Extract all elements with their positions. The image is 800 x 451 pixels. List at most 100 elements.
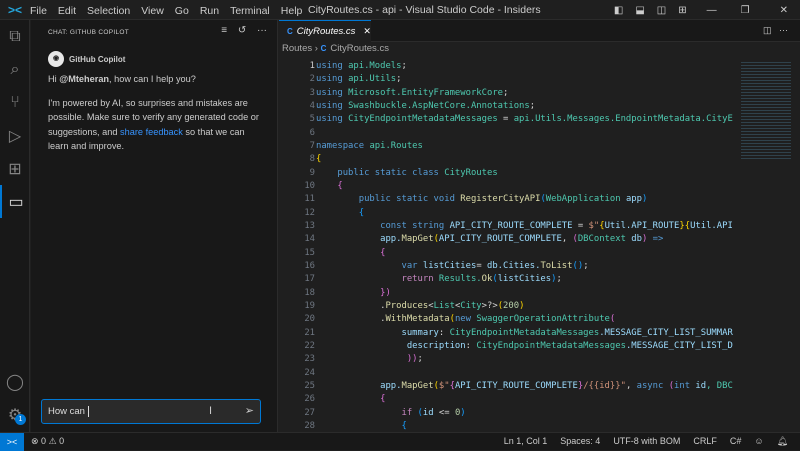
menu-view[interactable]: View [141,5,164,17]
close-tab-icon[interactable]: ✕ [363,26,371,37]
extensions-icon[interactable]: ⊞ [0,152,30,185]
menu-file[interactable]: File [30,5,47,17]
code-area[interactable]: 1 using api.Models; 2 using api.Utils; 3 usin… [279,60,744,432]
code-line[interactable]: 23 )); [279,353,744,366]
menu-edit[interactable]: Edit [58,5,76,17]
code-line[interactable]: 19 .Produces<List<City>?>(200) [279,300,744,313]
activity-bar: ⧉ ⌕ ⑂ ▷ ⊞ ▭ ◯ ⚙ [0,20,30,432]
code-line[interactable]: 7 namespace api.Routes [279,140,744,153]
explorer-icon[interactable]: ⧉ [0,20,30,53]
share-feedback-link[interactable]: share feedback [120,127,183,137]
code-token: List [433,300,455,311]
code-line[interactable]: 10 { [279,180,744,193]
search-icon[interactable]: ⌕ [0,53,30,86]
code-line[interactable]: 28 { [279,420,744,432]
code-token: => [647,234,664,245]
code-token: { [316,180,343,191]
code-token: app. [316,234,402,245]
code-line[interactable]: 21 summary: CityEndpointMetadataMessages… [279,327,744,340]
code-line[interactable]: 5 using CityEndpointMetadataMessages = ap… [279,113,744,126]
menu-run[interactable]: Run [200,5,219,17]
cursor-position[interactable]: Ln 1, Col 1 [504,436,548,447]
code-line[interactable]: 22 description: CityEndpointMetadataMess… [279,340,744,353]
code-token: RegisterCityAPI [460,194,541,205]
code-line[interactable]: 12 { [279,207,744,220]
split-editor-icon[interactable]: ◫ [763,25,772,35]
line-number: 17 [304,274,315,285]
code-line[interactable]: 1 using api.Models; [279,60,744,73]
code-line[interactable]: 15 { [279,247,744,260]
menu-help[interactable]: Help [281,5,303,17]
source-control-icon[interactable]: ⑂ [0,86,30,119]
code-line[interactable]: 27 if (id <= 0) [279,407,744,420]
history-icon[interactable]: ↺ [238,25,246,36]
code-line[interactable]: 6 [279,127,744,140]
code-token: using [316,100,349,111]
code-token: { [316,247,386,258]
code-token: .MESSAGE_CITY_LIST_D [625,340,733,351]
code-line[interactable]: 18 }) [279,287,744,300]
code-line[interactable]: 24 [279,367,744,380]
code-line[interactable]: 8{ [279,153,744,166]
code-token: { [316,420,407,431]
clear-chat-icon[interactable]: ≡ [221,25,227,36]
code-text: { [316,420,407,432]
code-line[interactable]: 14 app.MapGet(API_CITY_ROUTE_COMPLETE, (… [279,233,744,246]
editor: C CityRoutes.cs ✕ ◫ ··· Routes › C CityRout… [279,20,800,432]
toggle-primary-sidebar-icon[interactable]: ◧ [614,5,623,16]
language-mode[interactable]: C# [730,436,742,447]
breadcrumb-file[interactable]: CityRoutes.cs [330,43,389,54]
toggle-panel-icon[interactable]: ⬓ [635,5,644,16]
customize-layout-icon[interactable]: ⊞ [678,5,686,16]
code-line[interactable]: 9 public static class CityRoutes [279,167,744,180]
code-line[interactable]: 20 .WithMetadata (new SwaggerOperationAtt… [279,313,744,326]
accounts-icon[interactable]: ◯ [0,365,30,398]
code-line[interactable]: 11 public static void RegisterCityAPI(We… [279,193,744,206]
menu-go[interactable]: Go [175,5,189,17]
chat-icon[interactable]: ▭ [0,185,30,218]
restore-button[interactable]: ❐ [741,5,750,16]
send-icon[interactable]: ➢ [245,404,254,417]
code-line[interactable]: 25 app.MapGet($"{API_CITY_ROUTE_COMPLETE… [279,380,744,393]
code-line[interactable]: 17 return Results.Ok(listCities); [279,273,744,286]
remote-icon[interactable]: >< [0,432,24,451]
indentation[interactable]: Spaces: 4 [560,436,600,447]
line-number: 2 [309,74,315,85]
tab-cityroutes[interactable]: C CityRoutes.cs ✕ [279,20,371,42]
code-token: ; [556,274,562,285]
code-line[interactable]: 13 const string API_CITY_ROUTE_COMPLETE … [279,220,744,233]
settings-badge: 1 [15,414,26,425]
code-token: DBContext [577,234,632,245]
more-actions-icon[interactable]: ··· [257,25,267,36]
code-line[interactable]: 16 var listCities= db.Cities.ToList(); [279,260,744,273]
chat-input[interactable]: How can I ➢ [41,399,261,424]
editor-more-icon[interactable]: ··· [779,25,788,35]
breadcrumb-folder[interactable]: Routes [282,43,312,54]
code-token: const string [316,220,450,231]
close-window-button[interactable]: ✕ [780,5,788,16]
notifications-icon[interactable]: 🔔︎ [777,436,788,447]
minimize-button[interactable]: — [707,5,717,16]
line-number: 22 [304,340,315,351]
encoding[interactable]: UTF-8 with BOM [613,436,680,447]
code-token: Swashbuckle.AspNetCore.Annotations [348,100,530,111]
menu-selection[interactable]: Selection [87,5,130,17]
run-debug-icon[interactable]: ▷ [0,119,30,152]
code-token: . [316,300,386,311]
code-line[interactable]: 26 { [279,393,744,406]
problems-indicator[interactable]: ⊗ 0 ⚠ 0 [31,436,64,447]
line-ending[interactable]: CRLF [693,436,717,447]
copilot-status-icon[interactable]: ☺ [754,436,763,447]
code-line[interactable]: 4 using Swashbuckle.AspNetCore.Annotation… [279,100,744,113]
code-line[interactable]: 3 using Microsoft.EntityFrameworkCore; [279,87,744,100]
code-token: API_CITY_ROUTE_COMPLETE [454,380,578,391]
minimap[interactable] [741,60,791,160]
tab-label: CityRoutes.cs [296,26,356,37]
csharp-file-icon: C [320,44,327,53]
toggle-secondary-sidebar-icon[interactable]: ◫ [657,5,666,16]
line-number: 23 [304,354,315,365]
code-token: SwaggerOperationAttribute [476,314,610,325]
menu-terminal[interactable]: Terminal [230,5,270,17]
settings-gear-icon[interactable]: ⚙ [0,398,30,431]
code-line[interactable]: 2 using api.Utils; [279,73,744,86]
